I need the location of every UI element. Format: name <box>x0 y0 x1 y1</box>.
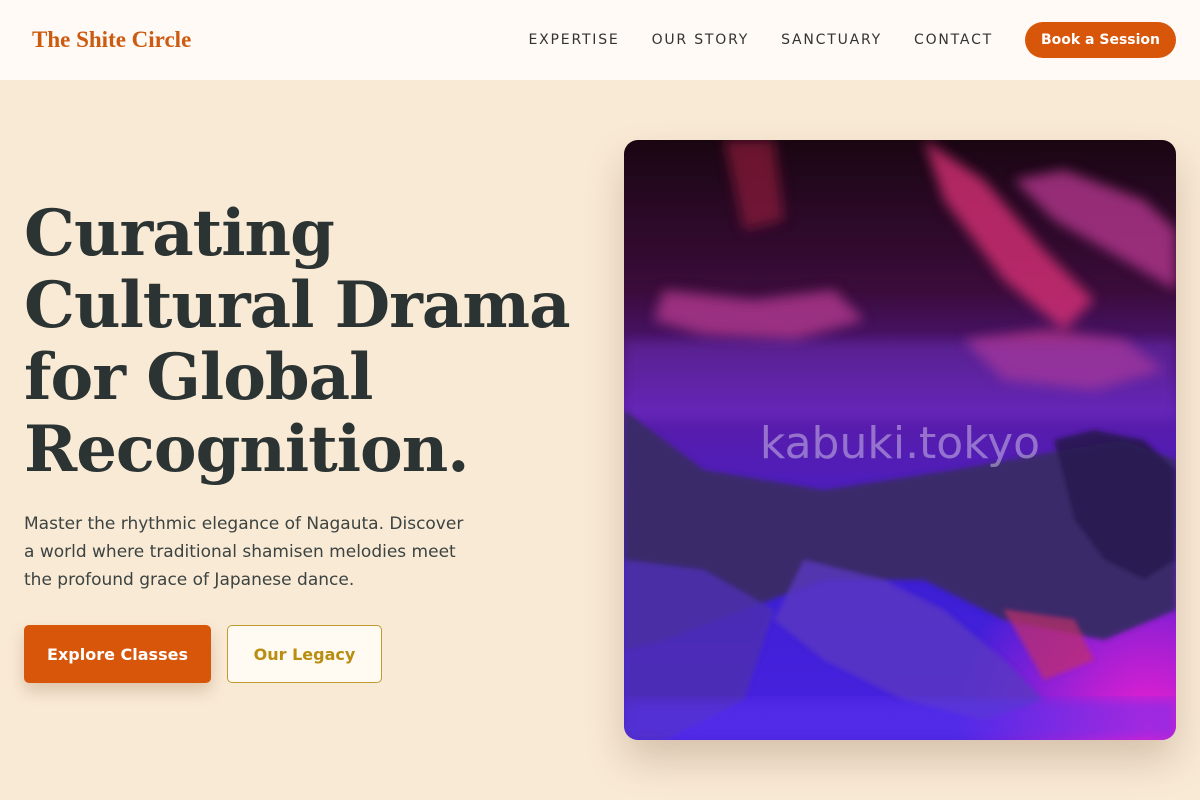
our-legacy-button[interactable]: Our Legacy <box>227 625 382 683</box>
hero-title-line: Curating <box>24 196 335 271</box>
hero-title-line: for Global <box>24 340 373 415</box>
nav-link-expertise[interactable]: EXPERTISE <box>529 32 620 48</box>
hero-title: Curating Cultural Drama for Global Recog… <box>24 198 604 486</box>
hero-image: kabuki.tokyo <box>624 140 1176 740</box>
explore-classes-button[interactable]: Explore Classes <box>24 625 211 683</box>
hero-subtitle: Master the rhythmic elegance of Nagauta.… <box>24 514 464 590</box>
image-watermark: kabuki.tokyo <box>759 418 1041 469</box>
main-nav: EXPERTISE OUR STORY SANCTUARY CONTACT Bo… <box>529 22 1176 58</box>
brand-logo[interactable]: The Shite Circle <box>32 27 191 53</box>
hero-title-line: Recognition. <box>24 412 470 487</box>
hero-title-line: Cultural Drama <box>24 268 571 343</box>
nav-link-contact[interactable]: CONTACT <box>914 32 993 48</box>
nav-link-sanctuary[interactable]: SANCTUARY <box>781 32 882 48</box>
nav-link-our-story[interactable]: OUR STORY <box>652 32 750 48</box>
site-header: The Shite Circle EXPERTISE OUR STORY SAN… <box>0 0 1200 80</box>
book-session-button[interactable]: Book a Session <box>1025 22 1176 58</box>
